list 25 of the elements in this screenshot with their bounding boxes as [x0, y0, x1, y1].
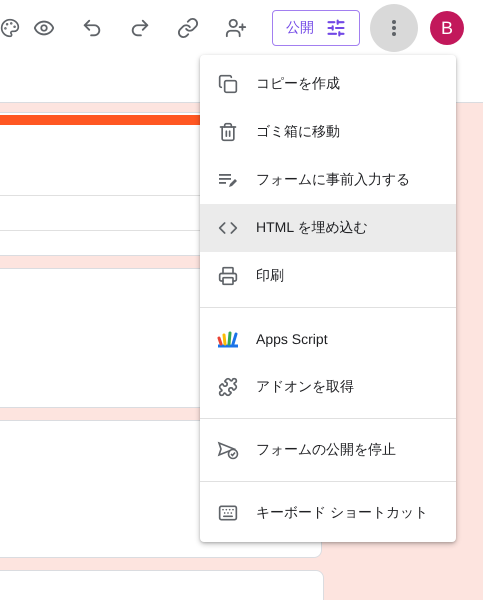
publish-button[interactable]: 公開 [272, 10, 360, 46]
menu-item[interactable]: 印刷 [200, 252, 456, 300]
sliders-icon [326, 18, 346, 38]
menu-item[interactable]: Apps Script [200, 315, 456, 363]
script-icon [217, 329, 239, 349]
add-person-icon[interactable] [225, 17, 247, 39]
printer-icon [218, 266, 238, 286]
menu-item[interactable]: フォームに事前入力する [200, 156, 456, 204]
send-check-icon [217, 440, 239, 460]
copy-icon [218, 74, 238, 94]
menu-item[interactable]: HTML を埋め込む [200, 204, 456, 252]
redo-icon[interactable] [129, 17, 151, 39]
puzzle-icon [218, 377, 238, 397]
avatar[interactable]: B [430, 11, 464, 45]
more-icon [392, 20, 396, 36]
link-icon[interactable] [177, 17, 199, 39]
menu-item[interactable]: フォームの公開を停止 [200, 426, 456, 474]
menu-item[interactable]: キーボード ショートカット [200, 489, 456, 537]
menu-item[interactable]: コピーを作成 [200, 60, 456, 108]
keyboard-icon [218, 503, 238, 523]
trash-icon [218, 122, 238, 142]
menu-item[interactable]: アドオンを取得 [200, 363, 456, 411]
palette-icon[interactable] [0, 17, 20, 39]
undo-icon[interactable] [81, 17, 103, 39]
menu-item[interactable]: ゴミ箱に移動 [200, 108, 456, 156]
